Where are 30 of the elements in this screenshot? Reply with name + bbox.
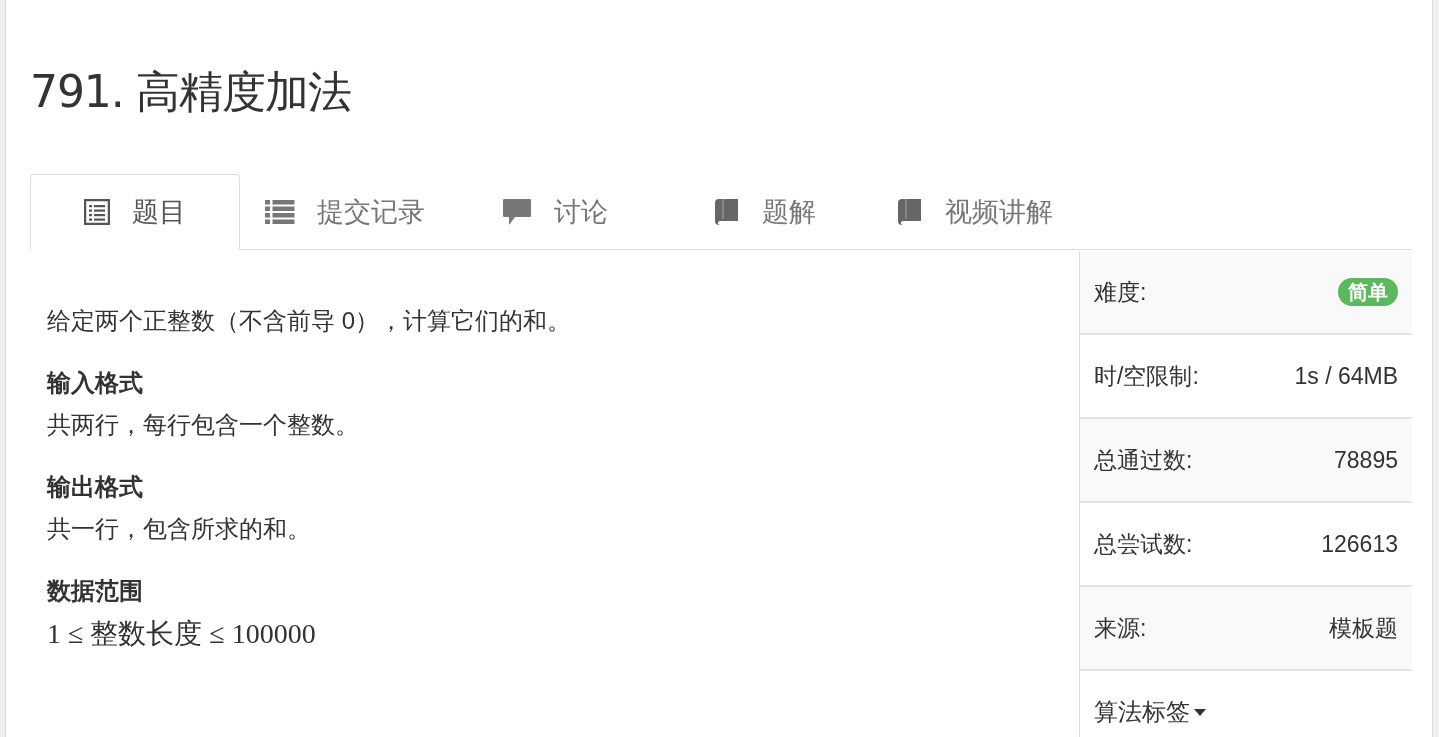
info-value: 78895	[1334, 445, 1398, 475]
tab[interactable]: 题解	[660, 174, 870, 250]
info-label: 时/空限制:	[1094, 361, 1199, 391]
info-value: 126613	[1321, 529, 1398, 559]
difficulty-badge: 简单	[1338, 278, 1398, 306]
info-value: 模板题	[1329, 613, 1398, 643]
section-heading: 输入格式	[47, 368, 144, 398]
book-icon	[714, 198, 740, 226]
paragraph: 给定两个正整数（不含前导 0），计算它们的和。	[47, 306, 572, 336]
tags-dropdown[interactable]: 算法标签	[1094, 694, 1206, 730]
caret-icon	[1194, 708, 1206, 716]
tab[interactable]: 提交记录	[240, 174, 450, 250]
math-formula: 1 ≤ 整数长度 ≤ 100000	[47, 617, 317, 651]
info-label: 总尝试数:	[1094, 529, 1193, 559]
info-label: 总通过数:	[1094, 445, 1193, 475]
section-heading: 数据范围	[47, 576, 144, 606]
info-value: 1s / 64MB	[1294, 361, 1398, 391]
list-icon	[265, 199, 295, 225]
list-icon	[84, 199, 110, 225]
paragraph: 共一行，包含所求的和。	[47, 514, 312, 544]
info-label: 难度:	[1094, 277, 1147, 307]
section-heading: 输出格式	[47, 472, 144, 502]
book-icon	[897, 198, 923, 226]
tab[interactable]: 视频讲解	[870, 174, 1080, 250]
tab[interactable]: 讨论	[450, 174, 660, 250]
paragraph: 共两行，每行包含一个整数。	[47, 410, 360, 440]
problem-title: 791. 高精度加法	[30, 65, 352, 119]
tab[interactable]: 题目	[30, 174, 240, 250]
info-label: 来源:	[1094, 613, 1147, 643]
speech-bubble-icon	[502, 198, 532, 226]
